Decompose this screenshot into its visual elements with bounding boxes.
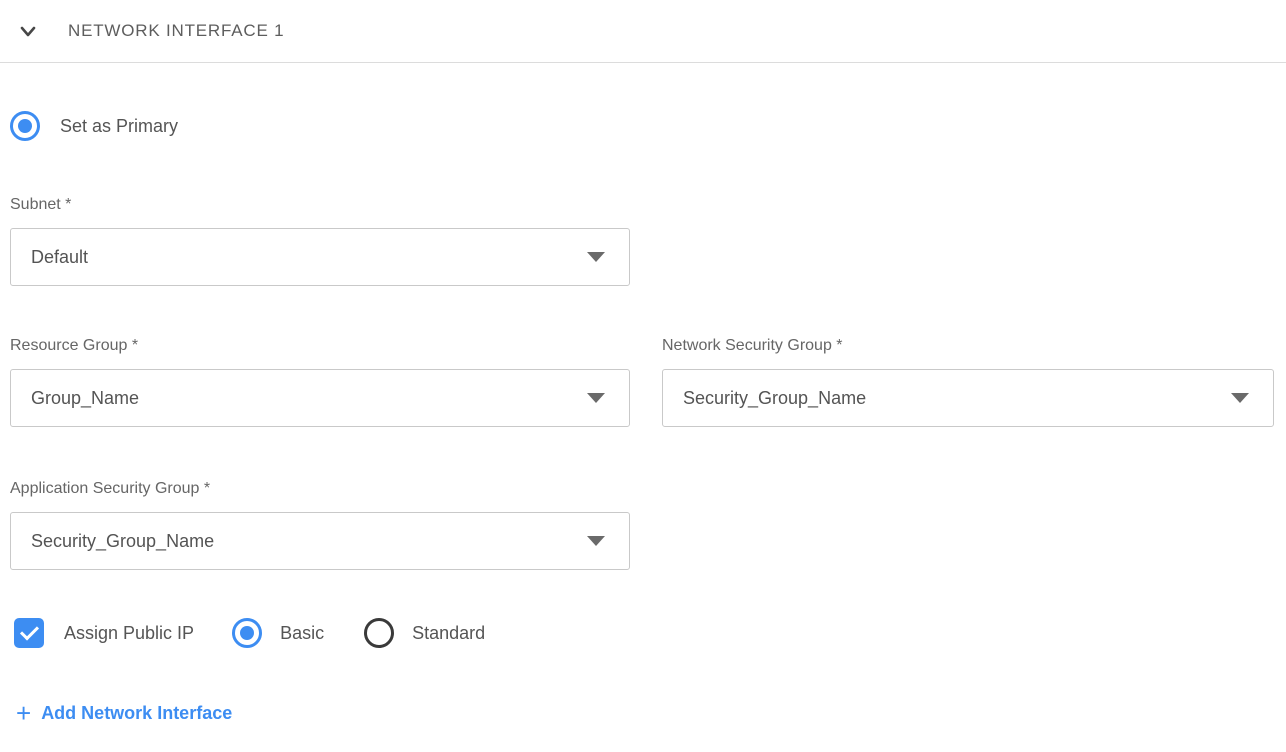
network-interface-form: Set as Primary Subnet * Default Resource… — [0, 111, 1286, 726]
subnet-field-group: Subnet * Default — [10, 195, 1286, 286]
assign-public-ip-checkbox[interactable] — [14, 618, 44, 648]
application-security-group-field-group: Application Security Group * Security_Gr… — [10, 479, 1286, 570]
chevron-down-icon[interactable] — [18, 21, 38, 41]
application-security-group-value: Security_Group_Name — [31, 531, 214, 552]
section-divider — [0, 62, 1286, 63]
network-security-group-field-group: Network Security Group * Security_Group_… — [662, 336, 1274, 427]
subnet-label: Subnet * — [10, 195, 1286, 215]
caret-down-icon — [1231, 393, 1249, 403]
resource-group-value: Group_Name — [31, 388, 139, 409]
add-network-interface-label: Add Network Interface — [41, 703, 232, 724]
basic-label: Basic — [280, 623, 324, 644]
standard-label: Standard — [412, 623, 485, 644]
assign-public-ip-label: Assign Public IP — [64, 623, 194, 644]
add-network-interface-link[interactable]: + Add Network Interface — [16, 700, 232, 726]
plus-icon: + — [16, 700, 31, 726]
standard-radio[interactable] — [364, 618, 394, 648]
group-fields-row: Resource Group * Group_Name Network Secu… — [10, 336, 1286, 427]
set-as-primary-radio[interactable] — [10, 111, 40, 141]
network-security-group-dropdown[interactable]: Security_Group_Name — [662, 369, 1274, 427]
sku-option-basic: Basic — [232, 618, 324, 648]
section-header: NETWORK INTERFACE 1 — [0, 0, 1286, 48]
resource-group-dropdown[interactable]: Group_Name — [10, 369, 630, 427]
basic-radio[interactable] — [232, 618, 262, 648]
set-as-primary-row: Set as Primary — [10, 111, 1286, 141]
resource-group-field-group: Resource Group * Group_Name — [10, 336, 630, 427]
section-title: NETWORK INTERFACE 1 — [68, 21, 284, 41]
subnet-dropdown[interactable]: Default — [10, 228, 630, 286]
network-security-group-value: Security_Group_Name — [683, 388, 866, 409]
caret-down-icon — [587, 252, 605, 262]
application-security-group-label: Application Security Group * — [10, 479, 1286, 499]
sku-option-standard: Standard — [364, 618, 485, 648]
public-ip-row: Assign Public IP Basic Standard — [10, 618, 1286, 648]
application-security-group-dropdown[interactable]: Security_Group_Name — [10, 512, 630, 570]
caret-down-icon — [587, 393, 605, 403]
caret-down-icon — [587, 536, 605, 546]
network-security-group-label: Network Security Group * — [662, 336, 1274, 356]
subnet-value: Default — [31, 247, 88, 268]
resource-group-label: Resource Group * — [10, 336, 630, 356]
set-as-primary-label: Set as Primary — [60, 116, 178, 137]
